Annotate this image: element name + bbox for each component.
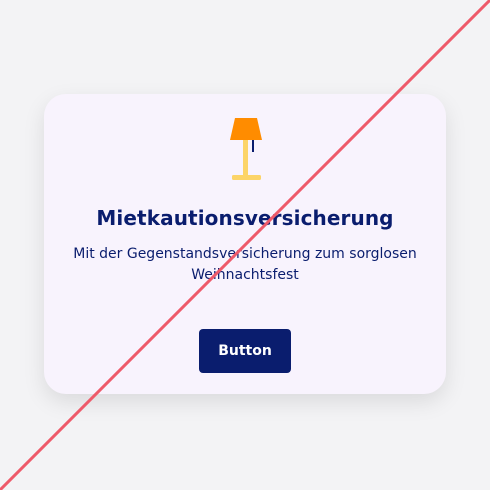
card-title: Mietkautionsversicherung [96, 206, 394, 230]
primary-button[interactable]: Button [199, 329, 291, 373]
card-subtitle: Mit der Gegenstandsversicherung zum sorg… [73, 246, 417, 283]
product-card: Mietkautionsversicherung Mit der Gegenst… [44, 94, 446, 394]
floor-lamp-icon [230, 118, 262, 180]
